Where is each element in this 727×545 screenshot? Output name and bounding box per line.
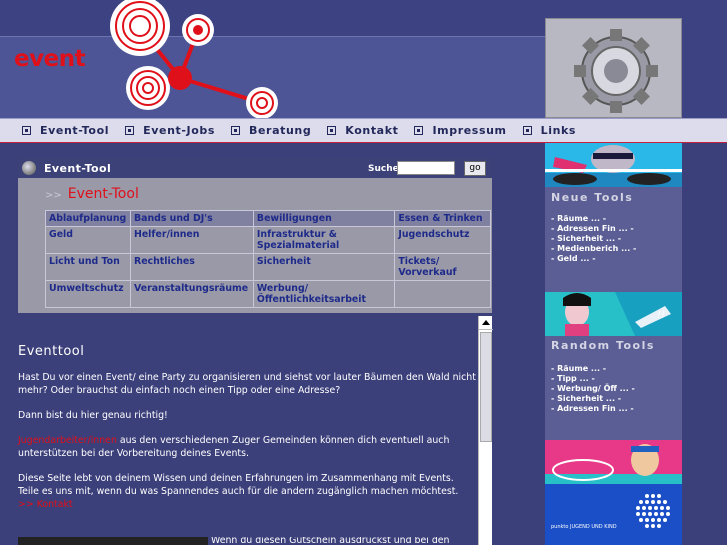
kontakt-link[interactable]: >> Kontakt xyxy=(18,499,73,510)
tool-link[interactable]: - Sicherheit ... - xyxy=(551,394,635,404)
nav-label: Kontakt xyxy=(345,124,399,137)
bullet-icon xyxy=(522,126,532,135)
coupon-text: Wenn du diesen Gutschein ausdruckst und … xyxy=(211,537,450,545)
paragraph: Jugendarbeiter/innen aus den verschieden… xyxy=(18,434,476,460)
nav-label: Links xyxy=(540,124,577,137)
tool-link[interactable]: - Sicherheit ... - xyxy=(551,234,636,244)
bullet-icon xyxy=(327,126,337,135)
nav-item-links[interactable]: Links xyxy=(522,124,577,137)
tool-link[interactable]: - Räume ... - xyxy=(551,214,636,224)
category-link[interactable]: Veranstaltungsräume xyxy=(129,280,254,308)
nav-item-event-jobs[interactable]: Event-Jobs xyxy=(125,124,215,137)
gear-image xyxy=(545,18,682,118)
tool-link[interactable]: - Medienberich ... - xyxy=(551,244,636,254)
nav-label: Beratung xyxy=(249,124,312,137)
paragraph: Diese Seite lebt von deinem Wissen und d… xyxy=(18,472,476,511)
random-tools-list: - Räume ... - - Tipp ... - - Werbung/ Öf… xyxy=(551,364,635,414)
search-label: Suche xyxy=(368,164,399,174)
category-link[interactable]: Infrastruktur & Spezialmaterial xyxy=(252,226,396,254)
category-link[interactable]: Geld xyxy=(45,226,131,254)
neue-tools-title: Neue Tools xyxy=(551,191,634,204)
category-link[interactable]: Essen & Trinken xyxy=(394,210,491,227)
section-heading-text: Event-Tool xyxy=(67,186,139,202)
event-logo[interactable]: event xyxy=(14,46,86,72)
category-link[interactable]: Jugendschutz xyxy=(394,226,491,254)
intro-paragraph: Hast Du vor einen Event/ eine Party zu o… xyxy=(18,372,476,396)
nav-item-kontakt[interactable]: Kontakt xyxy=(327,124,398,137)
tool-link[interactable]: - Werbung/ Öff ... - xyxy=(551,384,635,394)
tool-category-grid: Ablaufplanung Bands und DJ's Bewilligung… xyxy=(45,210,491,308)
punkto-banner[interactable]: punkto JUGEND UND KIND xyxy=(545,484,682,545)
nav-label: Event-Tool xyxy=(40,124,110,137)
basketball-banner-image[interactable] xyxy=(545,440,682,484)
category-link[interactable]: Umweltschutz xyxy=(45,280,131,308)
nav-item-impressum[interactable]: Impressum xyxy=(414,124,506,137)
tool-link[interactable]: - Räume ... - xyxy=(551,364,635,374)
content-area: Eventtool Hast Du vor einen Event/ eine … xyxy=(18,326,476,545)
empty-cell xyxy=(394,280,491,308)
panel-title: Event-Tool xyxy=(44,161,112,175)
tool-link[interactable]: - Geld ... - xyxy=(551,254,636,264)
search-input[interactable] xyxy=(397,161,455,175)
paragraph-text: Diese Seite lebt von deinem Wissen und d… xyxy=(18,473,459,497)
category-link[interactable]: Sicherheit xyxy=(252,253,396,281)
category-link[interactable]: Ablaufplanung xyxy=(45,210,131,227)
nav-label: Event-Jobs xyxy=(143,124,215,137)
event-tool-panel: Event-Tool Suche go >> Event-Tool Ablaufp… xyxy=(18,158,492,313)
dj-banner-image[interactable] xyxy=(545,143,682,187)
paragraph: Dann bist du hier genau richtig! xyxy=(18,410,168,421)
tool-link[interactable]: - Adressen Fin ... - xyxy=(551,404,635,414)
svg-text:!!: !! xyxy=(657,310,665,321)
category-link[interactable]: Helfer/innen xyxy=(129,226,254,254)
bullet-icon xyxy=(125,126,135,135)
girl-banner-image[interactable]: !! xyxy=(545,292,682,336)
tool-link[interactable]: - Adressen Fin ... - xyxy=(551,224,636,234)
scroll-thumb[interactable] xyxy=(480,332,492,442)
category-link[interactable]: Bewilligungen xyxy=(252,210,396,227)
bullet-icon xyxy=(22,126,31,135)
random-tools-title: Random Tools xyxy=(551,339,655,352)
punkto-text: punkto JUGEND UND KIND xyxy=(551,524,617,530)
bullet-icon xyxy=(231,126,240,135)
cd-icon xyxy=(22,161,36,175)
neue-tools-list: - Räume ... - - Adressen Fin ... - - Sic… xyxy=(551,214,636,264)
category-link[interactable]: Bands und DJ's xyxy=(129,210,254,227)
tool-link[interactable]: - Tipp ... - xyxy=(551,374,635,384)
content-title: Eventtool xyxy=(18,344,85,359)
arrow-icon: >> xyxy=(45,190,62,201)
go-button[interactable]: go xyxy=(464,161,486,176)
category-link[interactable]: Rechtliches xyxy=(129,253,254,281)
coupon-image xyxy=(18,537,208,545)
nav-item-beratung[interactable]: Beratung xyxy=(231,124,311,137)
category-link[interactable]: Tickets/ Vorverkauf xyxy=(394,253,491,281)
category-link[interactable]: Werbung/ Öffentlichkeitsarbeit xyxy=(252,280,396,308)
nav-label: Impressum xyxy=(432,124,507,137)
content-scrollbar[interactable] xyxy=(478,316,493,545)
nav-item-event-tool[interactable]: Event-Tool xyxy=(22,124,109,137)
jugendarbeiter-link[interactable]: Jugendarbeiter/innen xyxy=(18,435,117,446)
category-link[interactable]: Licht und Ton xyxy=(45,253,131,281)
section-heading: >> Event-Tool xyxy=(45,186,139,202)
main-nav: Event-Tool Event-Jobs Beratung Kontakt I… xyxy=(0,118,727,143)
scroll-up-arrow-icon[interactable] xyxy=(479,316,493,330)
bullet-icon xyxy=(414,126,424,135)
